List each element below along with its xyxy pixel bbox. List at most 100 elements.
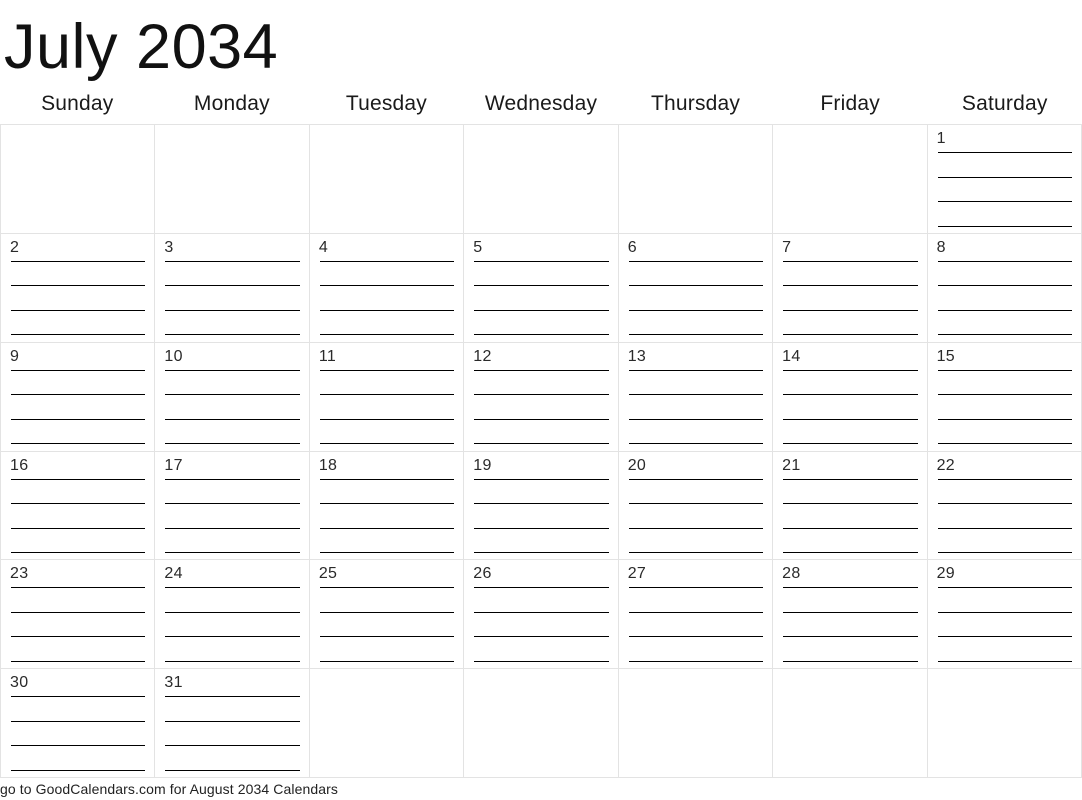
calendar-day-cell[interactable]: 19 [464, 451, 619, 561]
writing-line[interactable] [474, 285, 609, 287]
writing-line[interactable] [474, 260, 609, 262]
calendar-day-cell[interactable]: 17 [155, 451, 310, 561]
writing-line[interactable] [937, 309, 1072, 311]
calendar-day-cell[interactable]: 21 [773, 451, 928, 561]
calendar-day-cell[interactable]: 4 [309, 233, 465, 343]
writing-line[interactable] [937, 611, 1072, 613]
writing-line[interactable] [319, 478, 455, 480]
writing-line[interactable] [319, 394, 455, 396]
writing-line[interactable] [319, 636, 455, 638]
calendar-day-cell[interactable]: 7 [773, 233, 928, 343]
writing-line[interactable] [165, 309, 300, 311]
calendar-day-cell[interactable]: 24 [155, 560, 310, 670]
writing-line[interactable] [11, 418, 146, 420]
writing-line[interactable] [165, 611, 300, 613]
writing-line[interactable] [165, 587, 300, 589]
writing-line[interactable] [628, 285, 764, 287]
writing-line[interactable] [165, 334, 300, 336]
calendar-day-cell[interactable]: 14 [773, 342, 928, 452]
writing-line[interactable] [474, 443, 609, 445]
writing-line[interactable] [783, 309, 918, 311]
writing-line[interactable] [11, 745, 146, 747]
writing-line[interactable] [783, 611, 918, 613]
writing-line[interactable] [165, 369, 300, 371]
writing-line[interactable] [319, 587, 455, 589]
writing-line[interactable] [937, 334, 1072, 336]
writing-line[interactable] [937, 201, 1072, 202]
writing-line[interactable] [474, 478, 609, 480]
writing-line[interactable] [474, 309, 609, 311]
writing-line[interactable] [165, 636, 300, 638]
calendar-day-cell[interactable]: 25 [309, 560, 465, 670]
calendar-day-cell[interactable]: 12 [464, 342, 619, 452]
writing-line[interactable] [783, 394, 918, 396]
writing-line[interactable] [628, 260, 764, 262]
writing-line[interactable] [165, 260, 300, 262]
writing-line[interactable] [319, 552, 455, 553]
writing-line[interactable] [937, 394, 1072, 396]
calendar-day-cell[interactable]: 1 [927, 125, 1082, 234]
writing-line[interactable] [474, 503, 609, 504]
writing-line[interactable] [628, 418, 764, 420]
writing-line[interactable] [319, 285, 455, 287]
writing-line[interactable] [11, 260, 146, 262]
calendar-day-cell[interactable]: 26 [464, 560, 619, 670]
writing-line[interactable] [628, 309, 764, 311]
calendar-day-cell[interactable]: 13 [618, 342, 774, 452]
writing-line[interactable] [319, 260, 455, 262]
writing-line[interactable] [474, 611, 609, 613]
writing-line[interactable] [11, 334, 146, 336]
writing-line[interactable] [165, 660, 300, 662]
writing-line[interactable] [11, 309, 146, 311]
writing-line[interactable] [11, 696, 146, 698]
writing-line[interactable] [165, 443, 300, 445]
writing-line[interactable] [11, 636, 146, 638]
calendar-day-cell[interactable]: 6 [618, 233, 774, 343]
writing-line[interactable] [937, 587, 1072, 589]
writing-line[interactable] [11, 503, 146, 504]
writing-line[interactable] [783, 285, 918, 287]
writing-line[interactable] [165, 696, 300, 698]
writing-line[interactable] [165, 552, 300, 553]
writing-line[interactable] [937, 503, 1072, 504]
calendar-day-cell[interactable]: 30 [1, 669, 156, 778]
writing-line[interactable] [319, 527, 455, 529]
writing-line[interactable] [628, 552, 764, 553]
writing-line[interactable] [165, 769, 300, 771]
calendar-day-cell[interactable]: 10 [155, 342, 310, 452]
writing-line[interactable] [937, 225, 1072, 227]
writing-line[interactable] [628, 611, 764, 613]
writing-line[interactable] [11, 285, 146, 287]
writing-line[interactable] [319, 503, 455, 504]
writing-line[interactable] [11, 443, 146, 445]
calendar-day-cell[interactable]: 15 [927, 342, 1082, 452]
writing-line[interactable] [628, 443, 764, 445]
writing-line[interactable] [937, 527, 1072, 529]
writing-line[interactable] [783, 443, 918, 445]
writing-line[interactable] [783, 527, 918, 529]
calendar-day-cell[interactable]: 3 [155, 233, 310, 343]
writing-line[interactable] [11, 611, 146, 613]
writing-line[interactable] [628, 636, 764, 638]
writing-line[interactable] [165, 503, 300, 504]
writing-line[interactable] [165, 527, 300, 529]
calendar-day-cell[interactable]: 23 [1, 560, 156, 670]
writing-line[interactable] [783, 369, 918, 371]
calendar-day-cell[interactable]: 29 [927, 560, 1082, 670]
writing-line[interactable] [165, 720, 300, 722]
writing-line[interactable] [628, 369, 764, 371]
writing-line[interactable] [783, 418, 918, 420]
writing-line[interactable] [937, 478, 1072, 480]
writing-line[interactable] [628, 527, 764, 529]
writing-line[interactable] [474, 369, 609, 371]
writing-line[interactable] [474, 334, 609, 336]
writing-line[interactable] [11, 660, 146, 662]
writing-line[interactable] [11, 369, 146, 371]
calendar-day-cell[interactable]: 9 [1, 342, 156, 452]
writing-line[interactable] [11, 527, 146, 529]
writing-line[interactable] [319, 660, 455, 662]
writing-line[interactable] [937, 152, 1072, 153]
writing-line[interactable] [11, 478, 146, 480]
writing-line[interactable] [628, 394, 764, 396]
writing-line[interactable] [937, 636, 1072, 638]
